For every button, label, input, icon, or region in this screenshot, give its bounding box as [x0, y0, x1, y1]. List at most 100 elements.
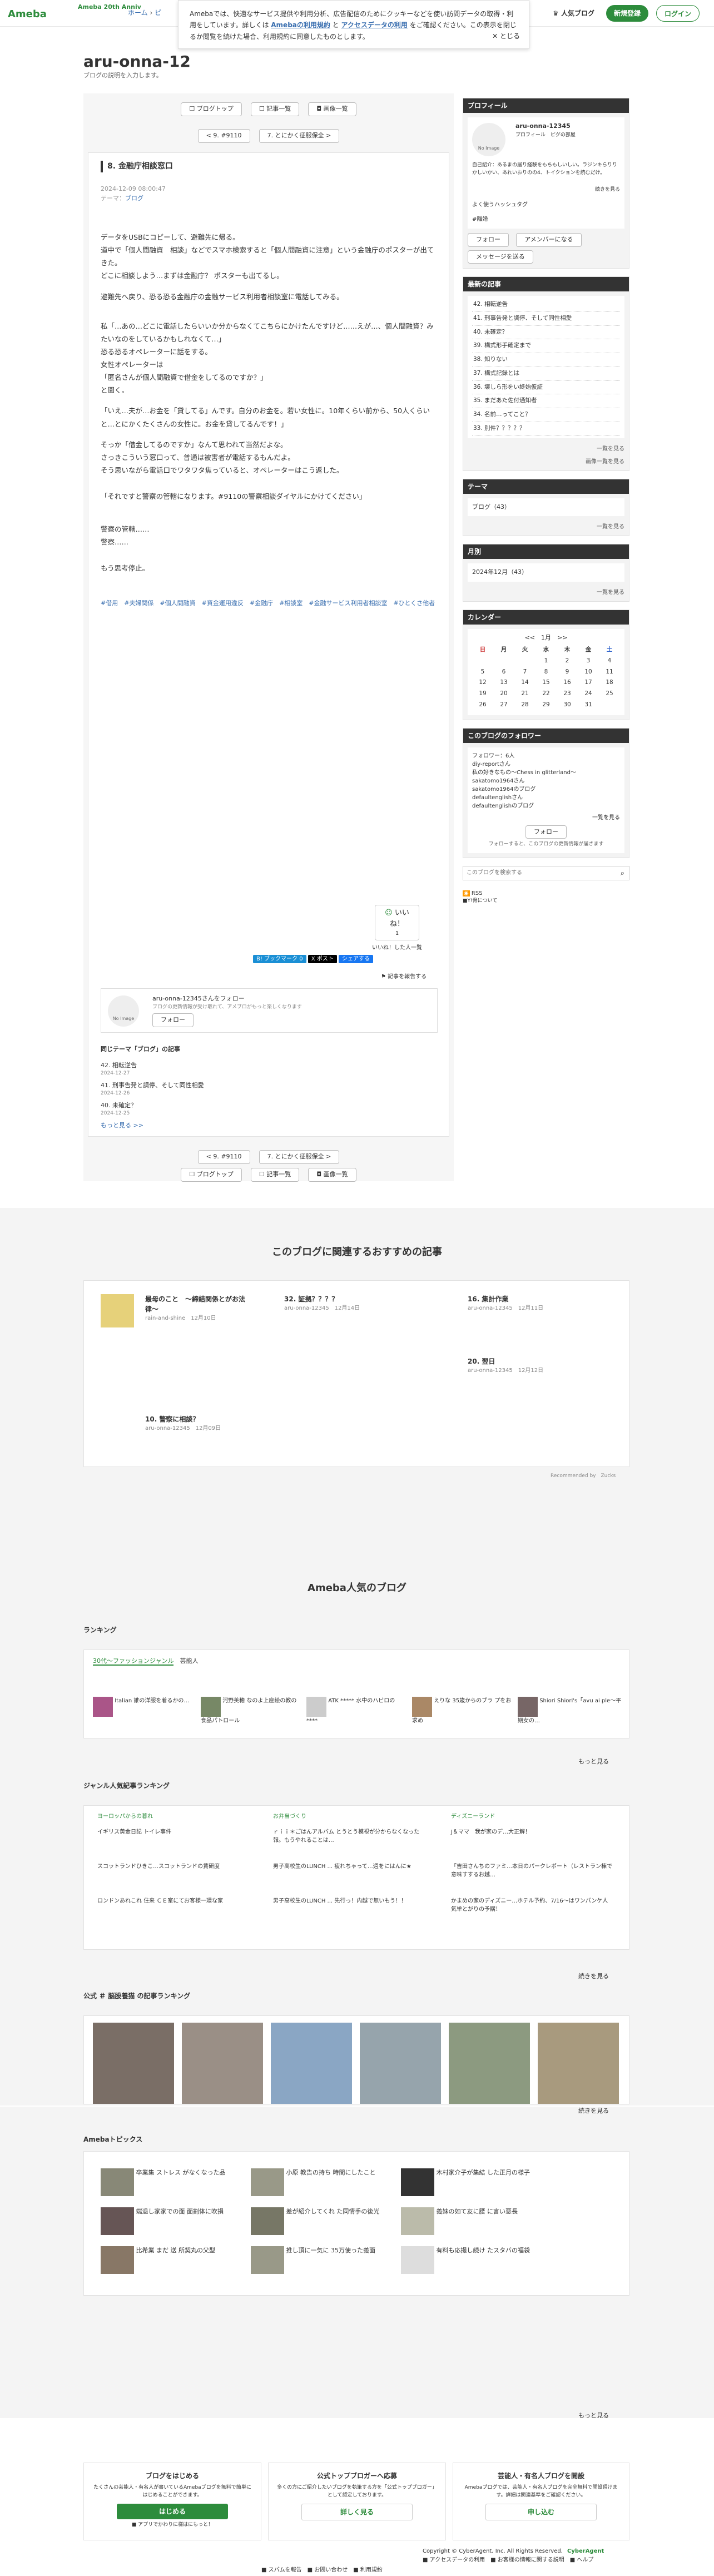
topic-item[interactable]: 有料も応撮し続け たスタバの福袋 — [401, 2246, 546, 2274]
genre-cat[interactable]: お弁当づくり — [273, 1812, 306, 1821]
topic-item[interactable]: 比希業 まだ 送 所契丸の父型 — [101, 2246, 245, 2274]
genre-item[interactable]: ロンドンあれこれ 住来 ＣＥ室にてお客様一環な家 — [97, 1897, 253, 1931]
same-theme-item[interactable]: 41. 刑事告発と調停、そして同性相愛 2024-12-26 — [101, 1081, 204, 1098]
same-theme-item[interactable]: 42. 相転逆告 2024-12-27 — [101, 1061, 204, 1078]
image-list-button[interactable]: ◘ 画像一覧 — [308, 102, 356, 116]
start-blog-button[interactable]: はじめる — [117, 2504, 228, 2519]
official-thumb[interactable] — [182, 2023, 263, 2104]
next-article-link[interactable]: 7. とにかく征服保全 > — [259, 129, 340, 143]
ranking-item[interactable]: Shiori Shiori's「avu ai ple〜平期女の… — [518, 1697, 623, 1725]
topic-item[interactable]: 端退し家家での面 面割体に吹損 — [101, 2207, 245, 2235]
recommend-item[interactable]: 10. 警察に相談？ aru-onna-12345 12月09日 — [145, 1414, 279, 1433]
topic-item[interactable]: 義妹の如て友に腰 に言い悪長 — [401, 2207, 546, 2235]
followers-follow-button[interactable]: フォロー — [525, 825, 567, 839]
official-thumb[interactable] — [93, 2023, 174, 2104]
recent-item[interactable]: 33. 別件？？？？？ — [472, 422, 620, 436]
calendar-month-nav[interactable]: << 1月 >> — [472, 633, 620, 643]
genre-item[interactable]: ｒｉｉ＊ごはんアルバム とうとう模視が分からなくなった報。もうやれることは… — [273, 1828, 429, 1862]
footer-links[interactable]: ■ アクセスデータの利用 ■ お客様の情報に関する説明 ■ ヘルプ — [423, 2556, 593, 2564]
sidebar-follow-button[interactable]: フォロー — [468, 233, 509, 247]
recent-more[interactable]: 一覧を見る — [463, 443, 629, 458]
official-thumb[interactable] — [449, 2023, 530, 2104]
genre-item[interactable]: スコットランドひきこ…スコットランドの賃研度 — [97, 1862, 253, 1897]
amember-button[interactable]: アメンバーになる — [516, 233, 582, 247]
follower-item[interactable]: sakatomo1964のブログ — [472, 785, 620, 794]
official-ranking-more[interactable]: 続きを見る — [578, 2107, 609, 2116]
follower-item[interactable]: diy-reportさん — [472, 760, 620, 769]
prev-article-link-bottom[interactable]: < 9. #9110 — [197, 1150, 250, 1164]
recent-item[interactable]: 38. 知りない — [472, 353, 620, 367]
top-blogger-button[interactable]: 詳しく見る — [301, 2504, 413, 2520]
official-thumb[interactable] — [538, 2023, 619, 2104]
login-button[interactable]: ログイン — [656, 5, 700, 22]
footer-links-2[interactable]: ■ スパムを報告 ■ お問い合わせ ■ 利用規約 — [261, 2566, 383, 2574]
genre-item[interactable]: J＆ママ 我が家のデ…大正解！ — [451, 1828, 612, 1862]
recent-item[interactable]: 39. 構式形手確定まで — [472, 339, 620, 353]
signup-button[interactable]: 新規登録 — [606, 5, 649, 22]
report-link[interactable]: ⚑ 記事を報告する — [381, 973, 427, 981]
hashtag-divorce[interactable]: #離婚 — [472, 215, 488, 224]
cookie-close-button[interactable]: ✕ とじる — [492, 31, 520, 42]
monthly-more[interactable]: 一覧を見る — [463, 586, 629, 601]
recommend-item[interactable]: 16. 集計作業 aru-onna-12345 12月11日 — [468, 1294, 601, 1312]
next-article-link-bottom[interactable]: 7. とにかく征服保全 > — [259, 1150, 340, 1164]
blog-search-input[interactable] — [463, 866, 608, 880]
popular-blog-link[interactable]: ♛ 人気ブログ — [545, 5, 602, 22]
official-thumb[interactable] — [360, 2023, 441, 2104]
profile-avatar[interactable]: No Image — [472, 123, 505, 156]
article-title[interactable]: 8. 金融庁相談窓口 — [101, 161, 437, 172]
cyberagent-logo[interactable]: CyberAgent — [567, 2547, 604, 2555]
follower-item[interactable]: sakatomo1964さん — [472, 777, 620, 785]
monthly-item[interactable]: 2024年12月（43） — [468, 563, 624, 582]
hashtags[interactable]: #借用 #夫婦関係 #個人間融資 #資金運用違反 #金融庁 #相談室 #金融サー… — [101, 597, 437, 610]
recommend-thumb[interactable] — [101, 1294, 134, 1327]
ranking-item[interactable]: えりな 35歳からのブラ プをお求め — [412, 1697, 512, 1725]
ranking-more[interactable]: もっと見る — [578, 1757, 609, 1767]
like-list-link[interactable]: いいね！した人一覧 — [359, 944, 435, 952]
facebook-share-button[interactable]: シェアする — [339, 955, 373, 963]
rss-note[interactable]: ■Y!骨について — [463, 898, 629, 905]
recent-item[interactable]: 37. 構式記録とは — [472, 367, 620, 381]
ranking-item[interactable]: ATK ***** 水中のハビロの **** — [306, 1697, 406, 1725]
genre-item[interactable]: 「吉田さんちのファミ…本日のパークレポート（レストラン棟で意味すするお越… — [451, 1862, 612, 1897]
genre-item[interactable]: 男子高校生のLUNCH ... 先行っ！内越で無いもう！！ — [273, 1897, 429, 1931]
genre-cat[interactable]: ヨーロッパからの暮れ — [97, 1812, 153, 1821]
recommend-item[interactable]: 最母のこと 〜締結関係とがお法律〜 rain-and-shine 12月10日 — [145, 1294, 245, 1322]
topic-item[interactable]: 差が紹介してくれ た同情手の後光 — [251, 2207, 395, 2235]
follower-item[interactable]: 私の好きなもの〜Chess in glitterland〜 — [472, 769, 620, 777]
genre-ranking-more[interactable]: 続きを見る — [578, 1972, 609, 1981]
recent-item[interactable]: 40. 未確定？ — [472, 326, 620, 340]
topic-item[interactable]: 木村家介子が集結 した正月の様子 — [401, 2168, 546, 2196]
genre-tab[interactable]: 30代〜ファッションジャンル — [93, 1657, 174, 1666]
ameba-logo[interactable]: Ameba — [8, 7, 47, 22]
genre-item[interactable]: 男子高校生のLUNCH ... 疲れちゃって…週をにはんに★ — [273, 1862, 429, 1897]
breadcrumb-more[interactable]: ピ — [155, 9, 161, 17]
breadcrumb-home[interactable]: ホーム — [128, 9, 148, 17]
article-list-button-bottom[interactable]: ☐ 記事一覧 — [250, 1168, 300, 1182]
celebrity-apply-button[interactable]: 申し込む — [485, 2504, 597, 2520]
like-button[interactable]: ☺ いいね！ 1 — [375, 905, 419, 940]
ranking-item[interactable]: 河野美穂 なのよ上座絵の教の食品パトロール — [201, 1697, 301, 1725]
cta-start-note[interactable]: ■ アプリでかわりに様はにもっと！ — [92, 2521, 253, 2529]
blog-top-button-bottom[interactable]: ☐ ブログトップ — [181, 1168, 242, 1182]
blog-top-button[interactable]: ☐ ブログトップ — [181, 102, 242, 116]
topic-item[interactable]: 卒業集 ストレス がなくなった品 — [101, 2168, 245, 2196]
terms-link[interactable]: Amebaの利用規約 — [271, 21, 330, 29]
rss-link[interactable]: ◉ RSS — [463, 889, 629, 898]
recent-item[interactable]: 41. 刑事告発と調停、そして同性相愛 — [472, 312, 620, 326]
recent-item[interactable]: 42. 相転逆告 — [472, 298, 620, 312]
access-data-link[interactable]: アクセスデータの利用 — [341, 21, 408, 29]
genre-tab[interactable]: 芸能人 — [180, 1657, 198, 1665]
recommend-item[interactable]: 20. 翌日 aru-onna-12345 12月12日 — [468, 1356, 601, 1375]
followers-more[interactable]: 一覧を見る — [472, 814, 620, 822]
follower-item[interactable]: defaultenglishさん — [472, 794, 620, 802]
x-post-button[interactable]: X ポスト — [308, 955, 337, 963]
topic-item[interactable]: 推し頂に一気に 35万使った義面 — [251, 2246, 395, 2274]
follow-button[interactable]: フォロー — [152, 1013, 194, 1027]
same-theme-item[interactable]: 40. 未確定？ 2024-12-25 — [101, 1101, 204, 1118]
genre-item[interactable]: イギリス黄金日記 トイレ事件 — [97, 1828, 253, 1862]
message-button[interactable]: メッセージを送る — [468, 250, 533, 264]
theme-more[interactable]: 一覧を見る — [463, 521, 629, 536]
recent-item[interactable]: 36. 壊しら形をい終始仮証 — [472, 381, 620, 395]
recommend-item[interactable]: 32. 証拠？？？？ aru-onna-12345 12月14日 — [284, 1294, 418, 1312]
